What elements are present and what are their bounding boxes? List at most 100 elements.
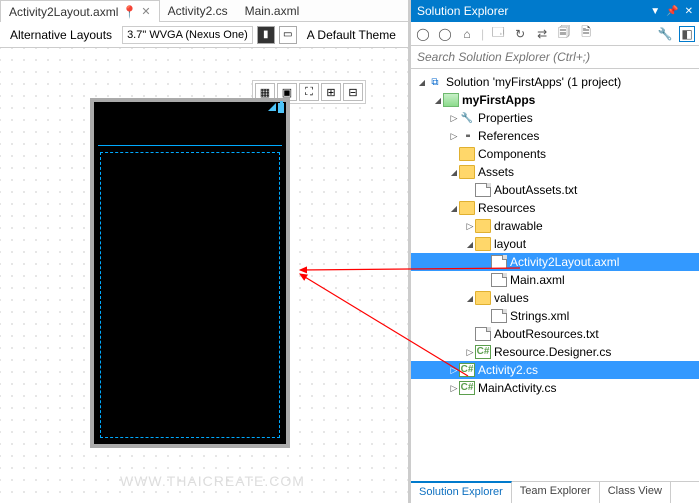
sync-icon[interactable]: 🗔: [490, 26, 506, 42]
alternative-layouts-label[interactable]: Alternative Layouts: [4, 26, 118, 44]
tree-label: Main.axml: [510, 273, 565, 287]
design-surface[interactable]: ▦ ▣ ⛶ ⊞ ⊟: [0, 48, 408, 503]
pin-icon[interactable]: 📌: [666, 6, 678, 17]
search-input[interactable]: [411, 46, 699, 68]
tree-label: Assets: [478, 165, 514, 179]
solution-tree[interactable]: Solution 'myFirstApps' (1 project) myFirs…: [411, 69, 699, 481]
tree-row[interactable]: AboutAssets.txt: [411, 181, 699, 199]
collapse-icon[interactable]: [433, 95, 443, 105]
tree-row[interactable]: values: [411, 289, 699, 307]
device-header: [98, 116, 282, 146]
tree-row[interactable]: Resources: [411, 199, 699, 217]
panel-tabs: Solution ExplorerTeam ExplorerClass View: [411, 481, 699, 503]
file-icon: [491, 309, 507, 323]
tree-row[interactable]: Resource.Designer.cs: [411, 343, 699, 361]
pin-icon[interactable]: 📍: [122, 5, 137, 19]
expand-icon[interactable]: [465, 221, 475, 232]
theme-dropdown[interactable]: A Default Theme: [301, 26, 402, 44]
tree-label: AboutResources.txt: [494, 327, 599, 341]
tree-label: Activity2Layout.axml: [510, 255, 619, 269]
device-dropdown[interactable]: 3.7" WVGA (Nexus One): [122, 26, 253, 44]
dropdown-icon[interactable]: ▼: [650, 6, 660, 17]
landscape-icon[interactable]: ▭: [279, 26, 297, 44]
wrench-icon: [459, 111, 475, 125]
expand-icon[interactable]: [449, 365, 459, 376]
expand-icon[interactable]: [449, 383, 459, 394]
designer-toolbar: Alternative Layouts 3.7" WVGA (Nexus One…: [0, 22, 408, 48]
tree-row[interactable]: MainActivity.cs: [411, 379, 699, 397]
view-icon[interactable]: ◧: [679, 26, 695, 42]
collapse-icon[interactable]: [465, 239, 475, 249]
tree-row[interactable]: Strings.xml: [411, 307, 699, 325]
panel-tab[interactable]: Team Explorer: [512, 482, 600, 503]
tab-label: Activity2Layout.axml: [9, 5, 118, 19]
folder-icon: [475, 237, 491, 251]
panel-tab[interactable]: Solution Explorer: [411, 481, 512, 503]
expand-icon[interactable]: [449, 131, 459, 142]
collapse-icon[interactable]: [449, 167, 459, 177]
tree-row[interactable]: Components: [411, 145, 699, 163]
folder-icon: [459, 201, 475, 215]
document-tab[interactable]: Activity2Layout.axml 📍 ✕: [0, 0, 160, 22]
document-tab[interactable]: Main.axml: [237, 0, 309, 21]
forward-icon[interactable]: ◯: [437, 26, 453, 42]
device-body[interactable]: [100, 152, 280, 438]
file-icon: [491, 255, 507, 269]
refresh-icon[interactable]: ↻: [512, 26, 528, 42]
show-all-icon[interactable]: 🗐: [556, 26, 572, 42]
proj-icon: [443, 93, 459, 107]
home-icon[interactable]: ⌂: [459, 26, 475, 42]
close-icon[interactable]: ✕: [141, 5, 150, 18]
tree-label: drawable: [494, 219, 543, 233]
sln-icon: [427, 75, 443, 89]
battery-icon: [278, 103, 284, 113]
tree-label: Properties: [478, 111, 533, 125]
collapse-icon[interactable]: [449, 203, 459, 213]
device-statusbar: [94, 102, 286, 116]
folder-icon: [459, 165, 475, 179]
device-preview[interactable]: [90, 98, 290, 448]
collapse-icon[interactable]: [465, 293, 475, 303]
folder-icon: [475, 219, 491, 233]
expand-icon[interactable]: [465, 347, 475, 358]
tree-row[interactable]: Activity2.cs: [411, 361, 699, 379]
panel-tab[interactable]: Class View: [600, 482, 671, 503]
cs-icon: [459, 363, 475, 377]
tree-row[interactable]: Main.axml: [411, 271, 699, 289]
editor-area: Activity2Layout.axml 📍 ✕ Activity2.cs Main.a…: [0, 0, 411, 503]
wifi-icon: [268, 103, 276, 111]
folder-icon: [475, 291, 491, 305]
close-icon[interactable]: ✕: [685, 6, 693, 17]
tree-label: Solution 'myFirstApps' (1 project): [446, 75, 621, 89]
portrait-icon[interactable]: ▮: [257, 26, 275, 44]
tree-label: myFirstApps: [462, 93, 535, 107]
tree-row[interactable]: Solution 'myFirstApps' (1 project): [411, 73, 699, 91]
tree-row[interactable]: Assets: [411, 163, 699, 181]
tree-row[interactable]: myFirstApps: [411, 91, 699, 109]
back-icon[interactable]: ◯: [415, 26, 431, 42]
tree-row[interactable]: layout: [411, 235, 699, 253]
add-icon[interactable]: ⊞: [321, 83, 341, 101]
collapse-icon[interactable]: [417, 77, 427, 87]
cs-icon: [475, 345, 491, 359]
tree-row[interactable]: Activity2Layout.axml: [411, 253, 699, 271]
search-box[interactable]: [411, 46, 699, 69]
tree-row[interactable]: References: [411, 127, 699, 145]
properties-icon[interactable]: 🔧: [657, 26, 673, 42]
cs-icon: [459, 381, 475, 395]
preview-icon[interactable]: 🗎: [578, 26, 594, 42]
tree-row[interactable]: AboutResources.txt: [411, 325, 699, 343]
tree-row[interactable]: Properties: [411, 109, 699, 127]
remove-icon[interactable]: ⊟: [343, 83, 363, 101]
collapse-icon[interactable]: ⇄: [534, 26, 550, 42]
tree-row[interactable]: drawable: [411, 217, 699, 235]
document-tabs: Activity2Layout.axml 📍 ✕ Activity2.cs Main.a…: [0, 0, 408, 22]
tree-label: AboutAssets.txt: [494, 183, 577, 197]
panel-title-bar[interactable]: Solution Explorer ▼ 📌 ✕: [411, 0, 699, 22]
tab-label: Activity2.cs: [168, 4, 228, 18]
file-icon: [491, 273, 507, 287]
fullscreen-icon[interactable]: ⛶: [299, 83, 319, 101]
document-tab[interactable]: Activity2.cs: [160, 0, 237, 21]
expand-icon[interactable]: [449, 113, 459, 124]
panel-toolbar: ◯ ◯ ⌂ | 🗔 ↻ ⇄ 🗐 🗎 🔧 ◧: [411, 22, 699, 46]
